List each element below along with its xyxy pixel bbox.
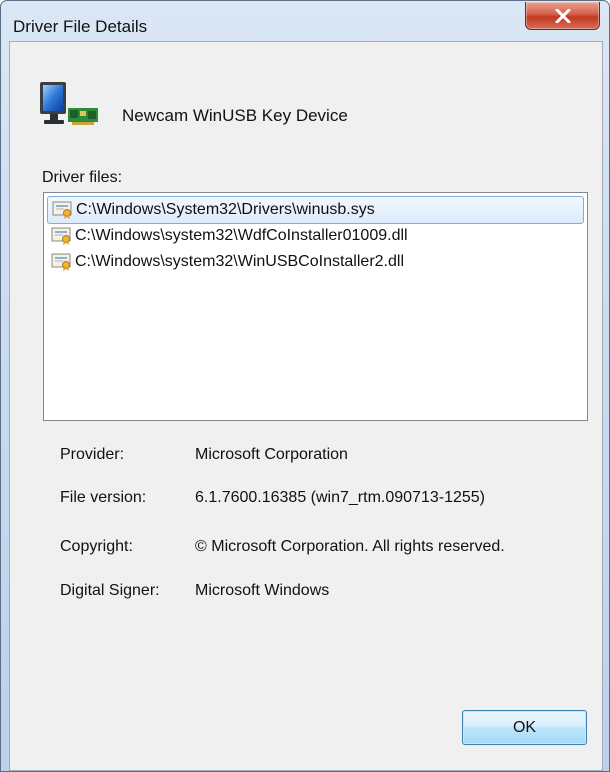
provider-label: Provider: (60, 446, 125, 463)
file-row[interactable]: C:\Windows\system32\WdfCoInstaller01009.… (47, 223, 584, 249)
close-icon (555, 8, 570, 23)
provider-value: Microsoft Corporation (195, 446, 348, 463)
file-row[interactable]: C:\Windows\system32\WinUSBCoInstaller2.d… (47, 249, 584, 275)
driver-files-label: Driver files: (42, 169, 123, 186)
certificate-icon (51, 253, 71, 271)
certificate-icon (51, 227, 71, 245)
title-bar[interactable]: Driver File Details (1, 1, 609, 41)
digital-signer-value: Microsoft Windows (195, 582, 330, 599)
driver-file-details-window: Driver File Details Newcam WinUSB Key De… (0, 0, 610, 772)
device-name: Newcam WinUSB Key Device (122, 106, 348, 125)
close-button[interactable] (525, 2, 600, 30)
ok-button[interactable]: OK (462, 710, 587, 745)
file-path: C:\Windows\system32\WdfCoInstaller01009.… (75, 227, 408, 244)
copyright-label: Copyright: (60, 538, 133, 555)
file-path: C:\Windows\System32\Drivers\winusb.sys (76, 201, 375, 218)
computer-monitor-icon (40, 82, 98, 125)
file-version-label: File version: (60, 489, 147, 506)
file-path: C:\Windows\system32\WinUSBCoInstaller2.d… (75, 253, 404, 270)
copyright-value: © Microsoft Corporation. All rights rese… (195, 538, 505, 555)
dialog-client-area: Newcam WinUSB Key Device Driver files: C… (9, 41, 603, 771)
window-title: Driver File Details (13, 17, 148, 36)
certificate-icon (52, 201, 72, 219)
file-row[interactable]: C:\Windows\System32\Drivers\winusb.sys (47, 196, 584, 224)
digital-signer-label: Digital Signer: (60, 582, 160, 599)
driver-files-list[interactable]: C:\Windows\System32\Drivers\winusb.sys C… (43, 192, 588, 421)
file-version-value: 6.1.7600.16385 (win7_rtm.090713-1255) (195, 489, 485, 506)
